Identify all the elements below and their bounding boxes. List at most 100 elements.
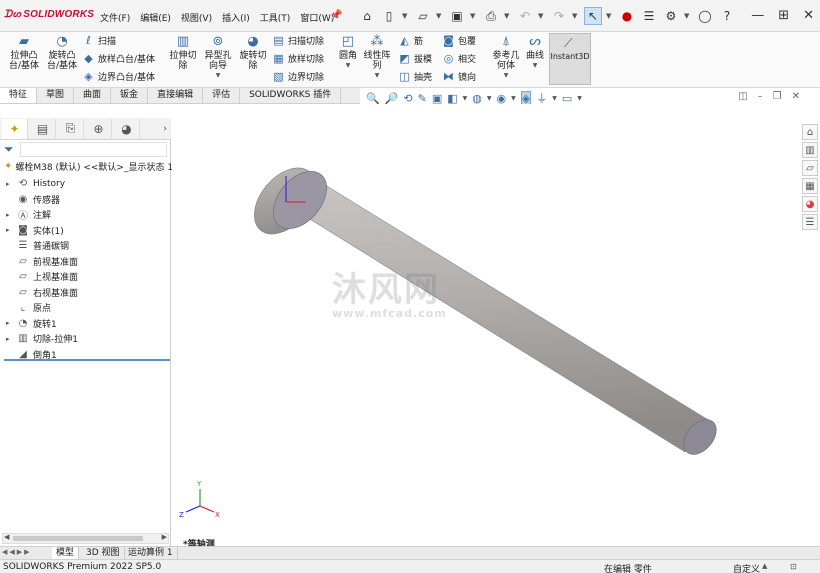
scroll-left-icon[interactable]: ◀ bbox=[4, 533, 9, 541]
wrap-button[interactable]: ◙ 包覆 bbox=[442, 34, 476, 47]
extrude-cut-button[interactable]: ▥ 拉伸切 除 bbox=[166, 34, 200, 71]
view-palette-icon[interactable]: ▦ bbox=[802, 178, 818, 194]
chevron-down-icon[interactable]: ▼ bbox=[362, 71, 392, 81]
fillet-button[interactable]: ◰ 圆角 ▼ bbox=[336, 34, 360, 71]
chevron-right-icon[interactable]: › bbox=[163, 124, 167, 134]
chevron-down-icon[interactable]: ▼ bbox=[336, 61, 360, 71]
boundary-boss-button[interactable]: ◈ 边界凸台/基体 bbox=[82, 70, 155, 83]
tab-features[interactable]: 特征 bbox=[0, 88, 38, 103]
hide-show-items-icon[interactable]: ◉ bbox=[497, 92, 507, 105]
tab-sketch[interactable]: 草图 bbox=[37, 88, 75, 103]
tab-sheet-metal[interactable]: 钣金 bbox=[111, 88, 149, 103]
section-view-icon[interactable]: ✎ bbox=[418, 92, 427, 105]
rebuild-traffic-light-icon[interactable]: ● bbox=[618, 7, 636, 25]
chevron-down-icon[interactable]: ▼ bbox=[572, 12, 580, 20]
help-icon[interactable]: ? bbox=[718, 7, 736, 25]
pin-icon[interactable]: 📌 bbox=[330, 10, 342, 21]
expand-arrow-icon[interactable]: ▸ bbox=[6, 180, 16, 188]
previous-view-icon[interactable]: ⟲ bbox=[403, 92, 412, 105]
chevron-down-icon[interactable]: ▼ bbox=[552, 95, 557, 102]
menu-view[interactable]: 视图(V) bbox=[181, 11, 212, 24]
feature-manager-tab-icon[interactable]: ✦ bbox=[2, 118, 28, 139]
lofted-cut-button[interactable]: ▦ 放样切除 bbox=[272, 52, 324, 65]
tree-item-cut-extrude1[interactable]: ▸ ▥ 切除-拉伸1 bbox=[6, 331, 78, 347]
options-gear-icon[interactable]: ⚙ bbox=[662, 7, 680, 25]
tree-item-material[interactable]: ☰ 普通碳钢 bbox=[6, 238, 78, 254]
chevron-down-icon[interactable]: ▼ bbox=[577, 95, 582, 102]
filter-input[interactable] bbox=[20, 142, 167, 157]
file-properties-icon[interactable]: ☰ bbox=[640, 7, 658, 25]
view-settings-icon[interactable]: ▭ bbox=[562, 92, 572, 105]
linear-pattern-button[interactable]: ⁂ 线性阵 列 ▼ bbox=[362, 34, 392, 81]
tree-item-right-plane[interactable]: ▱ 右视基准面 bbox=[6, 285, 78, 301]
property-manager-tab-icon[interactable]: ▤ bbox=[30, 118, 56, 139]
tree-item-solid-bodies[interactable]: ▸ ◙ 实体(1) bbox=[6, 223, 78, 239]
tree-item-sensors[interactable]: ◉ 传感器 bbox=[6, 192, 78, 208]
split-minimize-icon[interactable]: – bbox=[758, 91, 763, 102]
zoom-to-area-icon[interactable]: 🔎 bbox=[385, 92, 399, 105]
dimxpert-manager-tab-icon[interactable]: ⊕ bbox=[86, 118, 112, 139]
tab-surfaces[interactable]: 曲面 bbox=[74, 88, 112, 103]
scrollbar-thumb[interactable] bbox=[13, 536, 143, 541]
zoom-to-fit-icon[interactable]: 🔍 bbox=[366, 92, 380, 105]
tree-item-front-plane[interactable]: ▱ 前视基准面 bbox=[6, 254, 78, 270]
revolve-boss-button[interactable]: ◔ 旋转凸 台/基体 bbox=[44, 34, 80, 71]
chevron-down-icon[interactable]: ▼ bbox=[487, 95, 492, 102]
split-restore-icon[interactable]: ❐ bbox=[773, 91, 782, 102]
feature-tree-root[interactable]: ✦ 螺栓M38 (默认) <<默认>_显示状态 1> bbox=[4, 160, 181, 173]
chevron-down-icon[interactable]: ▼ bbox=[606, 12, 614, 20]
tree-item-revolve1[interactable]: ▸ ◔ 旋转1 bbox=[6, 316, 78, 332]
rib-button[interactable]: ◭ 筋 bbox=[398, 34, 423, 47]
menu-tools[interactable]: 工具(T) bbox=[260, 11, 291, 24]
display-style-icon[interactable]: ◍ bbox=[472, 92, 482, 105]
home-icon[interactable]: ⌂ bbox=[358, 7, 376, 25]
tab-evaluate[interactable]: 评估 bbox=[203, 88, 241, 103]
chevron-down-icon[interactable]: ▼ bbox=[538, 12, 546, 20]
select-cursor-icon[interactable]: ↖ bbox=[584, 7, 602, 25]
expand-arrow-icon[interactable]: ▸ bbox=[6, 335, 16, 343]
tab-direct-editing[interactable]: 直接编辑 bbox=[148, 88, 204, 103]
hole-wizard-button[interactable]: ⊚ 异型孔 向导 ▼ bbox=[201, 34, 235, 81]
chevron-down-icon[interactable]: ▼ bbox=[504, 12, 512, 20]
custom-properties-icon[interactable]: ☰ bbox=[802, 214, 818, 230]
dynamic-annotation-icon[interactable]: ▣ bbox=[432, 92, 442, 105]
tab-addins[interactable]: SOLIDWORKS 插件 bbox=[240, 88, 342, 103]
graphics-area[interactable]: Y X Z bbox=[172, 104, 800, 546]
draft-button[interactable]: ◩ 拔模 bbox=[398, 52, 432, 65]
boundary-cut-button[interactable]: ▧ 边界切除 bbox=[272, 70, 324, 83]
tab-model[interactable]: 模型 bbox=[52, 547, 80, 559]
chevron-down-icon[interactable]: ▼ bbox=[511, 95, 516, 102]
save-icon[interactable]: ▣ bbox=[448, 7, 466, 25]
display-manager-tab-icon[interactable]: ◕ bbox=[114, 118, 140, 139]
redo-icon[interactable]: ↷ bbox=[550, 7, 568, 25]
appearances-icon[interactable]: ◕ bbox=[802, 196, 818, 212]
chevron-down-icon[interactable]: ▼ bbox=[684, 12, 692, 20]
status-info-icon[interactable]: ⊡ bbox=[790, 562, 797, 571]
minimize-icon[interactable]: — bbox=[751, 8, 764, 23]
undo-icon[interactable]: ↶ bbox=[516, 7, 534, 25]
file-explorer-icon[interactable]: ▱ bbox=[802, 160, 818, 176]
expand-arrow-icon[interactable]: ▸ bbox=[6, 319, 16, 327]
configuration-manager-tab-icon[interactable]: ⎘ bbox=[58, 118, 84, 139]
feature-tree-scrollbar[interactable]: ◀ ▶ bbox=[2, 533, 169, 544]
user-account-icon[interactable]: ◯ bbox=[696, 7, 714, 25]
shell-button[interactable]: ◫ 抽壳 bbox=[398, 70, 432, 83]
tree-item-history[interactable]: ▸ ⟲ History bbox=[6, 176, 78, 192]
expand-arrow-icon[interactable]: ▸ bbox=[6, 226, 16, 234]
design-library-icon[interactable]: ▥ bbox=[802, 142, 818, 158]
filter-icon[interactable]: ⏷ bbox=[4, 142, 14, 157]
chevron-down-icon[interactable]: ▼ bbox=[436, 12, 444, 20]
menu-insert[interactable]: 插入(I) bbox=[222, 11, 250, 24]
mirror-button[interactable]: ⧓ 镜向 bbox=[442, 70, 476, 83]
chevron-down-icon[interactable]: ▼ bbox=[489, 71, 523, 81]
chevron-down-icon[interactable]: ▼ bbox=[463, 95, 468, 102]
tree-item-top-plane[interactable]: ▱ 上视基准面 bbox=[6, 269, 78, 285]
split-vertical-icon[interactable]: ◫ bbox=[738, 91, 747, 102]
menu-file[interactable]: 文件(F) bbox=[100, 11, 130, 24]
restore-icon[interactable]: ⊞ bbox=[778, 8, 789, 23]
expand-arrow-icon[interactable]: ▸ bbox=[6, 211, 16, 219]
reference-geometry-button[interactable]: ⍋ 参考几 何体 ▼ bbox=[489, 34, 523, 81]
tree-item-annotations[interactable]: ▸ Ⓐ 注解 bbox=[6, 207, 78, 223]
status-units[interactable]: 自定义 bbox=[733, 562, 760, 573]
print-icon[interactable]: ⎙ bbox=[482, 7, 500, 25]
